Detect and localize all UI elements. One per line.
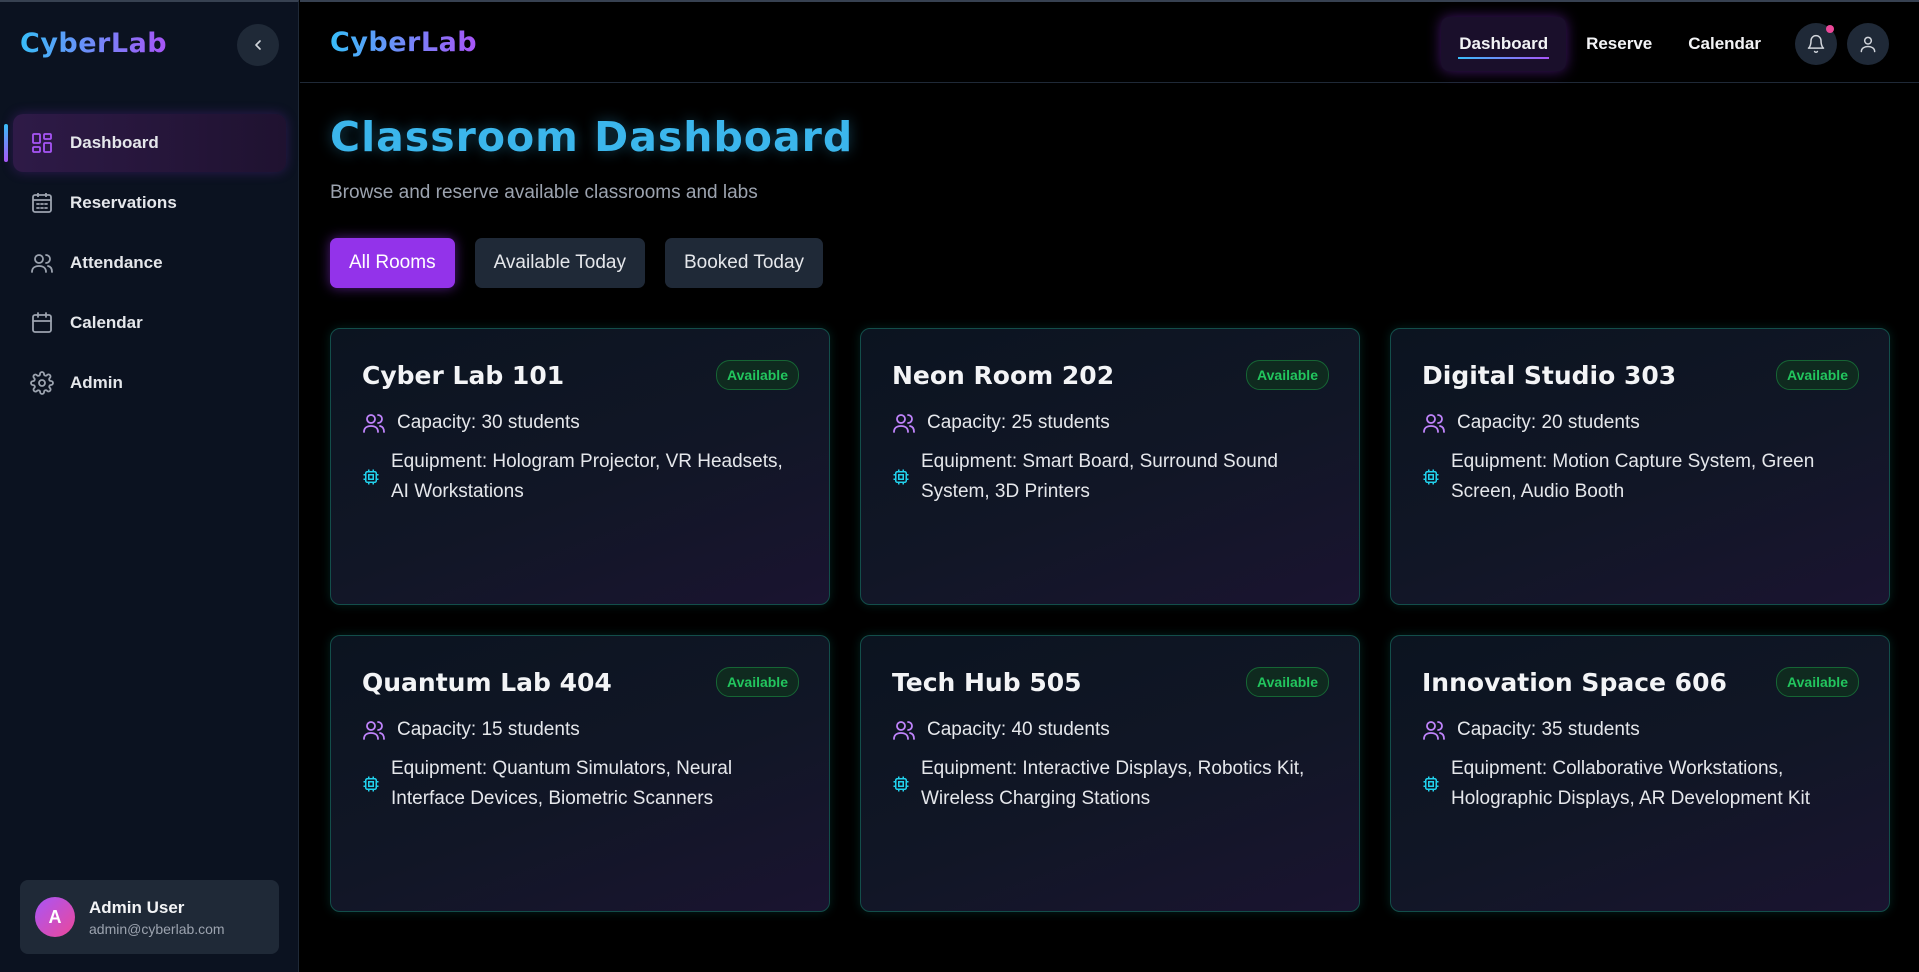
nav-link-label: Dashboard bbox=[1459, 33, 1549, 53]
filter-available-today[interactable]: Available Today bbox=[474, 238, 645, 288]
collapse-sidebar-button[interactable] bbox=[237, 24, 279, 66]
room-name: Cyber Lab 101 bbox=[362, 360, 565, 390]
room-card[interactable]: Innovation Space 606 Available Capacity:… bbox=[1390, 635, 1890, 912]
users-icon bbox=[1423, 414, 1445, 433]
sidebar-logo[interactable]: CyberLab bbox=[20, 28, 167, 59]
status-badge: Available bbox=[1246, 360, 1329, 390]
users-icon bbox=[893, 414, 915, 433]
notification-dot bbox=[1826, 24, 1834, 33]
room-card[interactable]: Digital Studio 303 Available Capacity: 2… bbox=[1390, 328, 1890, 605]
sidebar-item-label: Dashboard bbox=[70, 133, 159, 152]
user-icon bbox=[1860, 36, 1876, 52]
filter-tabs: All Rooms Available Today Booked Today bbox=[330, 238, 843, 288]
cpu-icon bbox=[1423, 469, 1439, 485]
cpu-icon bbox=[363, 469, 379, 485]
room-card[interactable]: Quantum Lab 404 Available Capacity: 15 s… bbox=[330, 635, 830, 912]
room-capacity: Capacity: 35 students bbox=[1457, 719, 1640, 740]
header-logo[interactable]: CyberLab bbox=[330, 27, 477, 58]
room-equipment: Equipment: Collaborative Workstations, H… bbox=[1451, 758, 1811, 809]
status-badge: Available bbox=[1246, 667, 1329, 697]
filter-all-rooms[interactable]: All Rooms bbox=[330, 238, 455, 288]
room-card[interactable]: Cyber Lab 101 Available Capacity: 30 stu… bbox=[330, 328, 830, 605]
room-equipment: Equipment: Quantum Simulators, Neural In… bbox=[391, 758, 733, 809]
room-name: Tech Hub 505 bbox=[892, 667, 1082, 697]
room-equipment: Equipment: Motion Capture System, Green … bbox=[1451, 451, 1815, 502]
room-equipment: Equipment: Interactive Displays, Robotic… bbox=[921, 758, 1305, 809]
nav-link-label: Reserve bbox=[1586, 33, 1653, 53]
filter-booked-today[interactable]: Booked Today bbox=[664, 238, 824, 288]
room-name: Quantum Lab 404 bbox=[362, 667, 612, 697]
calendar-icon bbox=[30, 311, 54, 335]
sidebar-item-attendance[interactable]: Attendance bbox=[13, 234, 286, 292]
user-menu-button[interactable] bbox=[1847, 22, 1889, 65]
cpu-icon bbox=[1423, 776, 1439, 792]
nav-link-calendar[interactable]: Calendar bbox=[1670, 17, 1779, 71]
sidebar-item-label: Calendar bbox=[70, 313, 143, 332]
user-name: Admin User bbox=[89, 897, 185, 917]
cpu-icon bbox=[893, 776, 909, 792]
calendar-grid-icon bbox=[30, 191, 54, 215]
room-equipment: Equipment: Hologram Projector, VR Headse… bbox=[391, 451, 783, 502]
sidebar-item-dashboard[interactable]: Dashboard bbox=[4, 114, 286, 172]
notifications-button[interactable] bbox=[1795, 22, 1837, 65]
sidebar-item-calendar[interactable]: Calendar bbox=[13, 294, 286, 352]
chevron-left-icon bbox=[255, 40, 261, 50]
room-equipment: Equipment: Smart Board, Surround Sound S… bbox=[921, 451, 1278, 502]
room-grid: Cyber Lab 101 Available Capacity: 30 stu… bbox=[330, 328, 1891, 912]
nav-link-reserve[interactable]: Reserve bbox=[1568, 17, 1670, 71]
nav-link-label: Calendar bbox=[1688, 33, 1761, 53]
users-icon bbox=[30, 251, 54, 275]
gear-icon bbox=[30, 371, 54, 395]
room-capacity: Capacity: 15 students bbox=[397, 719, 580, 740]
top-nav: Dashboard Reserve Calendar bbox=[1441, 2, 1919, 85]
users-icon bbox=[363, 414, 385, 433]
page-title: Classroom Dashboard bbox=[330, 113, 854, 161]
user-email: admin@cyberlab.com bbox=[89, 920, 225, 937]
status-badge: Available bbox=[1776, 360, 1859, 390]
nav-link-dashboard[interactable]: Dashboard bbox=[1441, 16, 1567, 71]
cpu-icon bbox=[893, 469, 909, 485]
sidebar: CyberLab Dashboard Reservations Attendan… bbox=[0, 0, 299, 972]
dashboard-icon bbox=[30, 131, 54, 155]
top-bar: CyberLab Dashboard Reserve Calendar bbox=[300, 0, 1919, 83]
sidebar-item-label: Attendance bbox=[70, 253, 163, 272]
user-profile-card[interactable]: A Admin User admin@cyberlab.com bbox=[20, 880, 279, 954]
users-icon bbox=[363, 721, 385, 740]
bell-icon bbox=[1807, 34, 1825, 53]
status-badge: Available bbox=[716, 667, 799, 697]
room-capacity: Capacity: 25 students bbox=[927, 412, 1110, 433]
sidebar-item-label: Admin bbox=[70, 373, 123, 392]
room-card[interactable]: Neon Room 202 Available Capacity: 25 stu… bbox=[860, 328, 1360, 605]
room-capacity: Capacity: 30 students bbox=[397, 412, 580, 433]
sidebar-item-label: Reservations bbox=[70, 193, 177, 212]
sidebar-nav: Dashboard Reservations Attendance Calend… bbox=[4, 114, 286, 414]
room-name: Neon Room 202 bbox=[892, 360, 1115, 390]
room-card[interactable]: Tech Hub 505 Available Capacity: 40 stud… bbox=[860, 635, 1360, 912]
room-capacity: Capacity: 20 students bbox=[1457, 412, 1640, 433]
room-name: Innovation Space 606 bbox=[1422, 667, 1727, 697]
avatar: A bbox=[35, 897, 75, 937]
status-badge: Available bbox=[1776, 667, 1859, 697]
users-icon bbox=[1423, 721, 1445, 740]
status-badge: Available bbox=[716, 360, 799, 390]
sidebar-item-reservations[interactable]: Reservations bbox=[13, 174, 286, 232]
cpu-icon bbox=[363, 776, 379, 792]
sidebar-item-admin[interactable]: Admin bbox=[13, 354, 286, 412]
room-capacity: Capacity: 40 students bbox=[927, 719, 1110, 740]
users-icon bbox=[893, 721, 915, 740]
room-name: Digital Studio 303 bbox=[1422, 360, 1677, 390]
page-subtitle: Browse and reserve available classrooms … bbox=[330, 182, 758, 203]
